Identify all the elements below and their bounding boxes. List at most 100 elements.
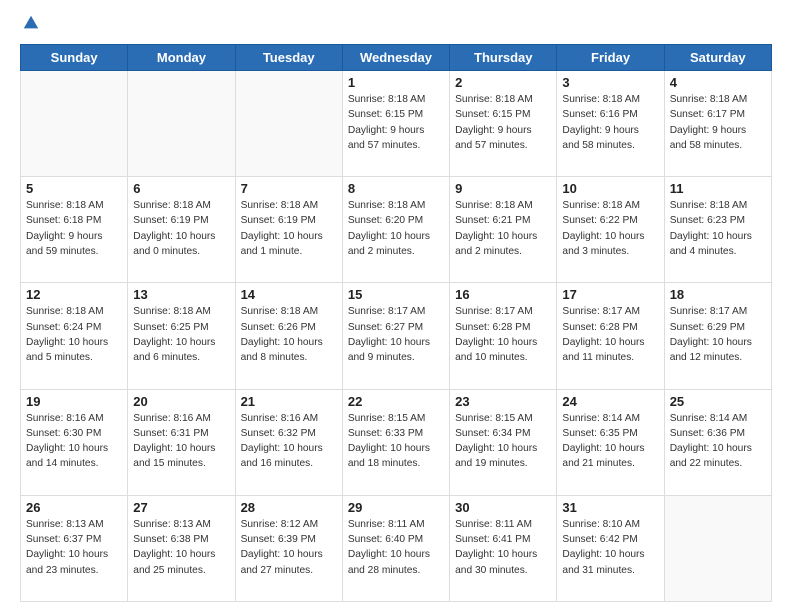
day-header-friday: Friday (557, 45, 664, 71)
day-number: 3 (562, 75, 658, 90)
logo-icon (22, 14, 40, 32)
week-row-4: 19Sunrise: 8:16 AM Sunset: 6:30 PM Dayli… (21, 389, 772, 495)
day-number: 6 (133, 181, 229, 196)
calendar-cell: 26 Sunrise: 8:13 AM Sunset: 6:37 PM Dayli… (21, 495, 128, 601)
day-number: 14 (241, 287, 337, 302)
day-info: Sunrise: 8:18 AM Sunset: 6:26 PM Dayligh… (241, 304, 337, 365)
day-number: 27 (133, 500, 229, 515)
day-info: Sunrise: 8:17 AM Sunset: 6:29 PM Dayligh… (670, 304, 766, 365)
day-header-tuesday: Tuesday (235, 45, 342, 71)
day-info: Sunrise: 8:18 AM Sunset: 6:25 PM Dayligh… (133, 304, 229, 365)
day-number: 11 (670, 181, 766, 196)
calendar-cell: 3Sunrise: 8:18 AM Sunset: 6:16 PM Daylig… (557, 71, 664, 177)
header (20, 16, 772, 34)
day-number: 13 (133, 287, 229, 302)
day-number: 8 (348, 181, 444, 196)
day-number: 4 (670, 75, 766, 90)
day-info: Sunrise: 8:18 AM Sunset: 6:24 PM Dayligh… (26, 304, 122, 365)
day-info: Sunrise: 8:16 AM Sunset: 6:30 PM Dayligh… (26, 411, 122, 472)
week-row-1: 1 Sunrise: 8:18 AM Sunset: 6:15 PM Daylig… (21, 71, 772, 177)
day-number: 16 (455, 287, 551, 302)
day-number: 5 (26, 181, 122, 196)
calendar-cell: 18 Sunrise: 8:17 AM Sunset: 6:29 PM Dayli… (664, 283, 771, 389)
day-header-saturday: Saturday (664, 45, 771, 71)
calendar-cell: 11 Sunrise: 8:18 AM Sunset: 6:23 PM Dayli… (664, 177, 771, 283)
day-info: Sunrise: 8:18 AM Sunset: 6:23 PM Dayligh… (670, 198, 766, 259)
page: SundayMondayTuesdayWednesdayThursdayFrid… (0, 0, 792, 612)
calendar-cell (21, 71, 128, 177)
calendar-table: SundayMondayTuesdayWednesdayThursdayFrid… (20, 44, 772, 602)
day-info: Sunrise: 8:14 AM Sunset: 6:36 PM Dayligh… (670, 411, 766, 472)
calendar-cell (235, 71, 342, 177)
calendar-cell: 24 Sunrise: 8:14 AM Sunset: 6:35 PM Dayli… (557, 389, 664, 495)
day-header-monday: Monday (128, 45, 235, 71)
day-info: Sunrise: 8:18 AM Sunset: 6:19 PM Dayligh… (133, 198, 229, 259)
day-number: 18 (670, 287, 766, 302)
calendar-cell: 2 Sunrise: 8:18 AM Sunset: 6:15 PM Daylig… (450, 71, 557, 177)
calendar-cell: 25 Sunrise: 8:14 AM Sunset: 6:36 PM Dayli… (664, 389, 771, 495)
day-info: Sunrise: 8:12 AM Sunset: 6:39 PM Dayligh… (241, 517, 337, 578)
day-number: 28 (241, 500, 337, 515)
calendar-cell (128, 71, 235, 177)
day-info: Sunrise: 8:18 AM Sunset: 6:22 PM Dayligh… (562, 198, 658, 259)
calendar-cell: 21 Sunrise: 8:16 AM Sunset: 6:32 PM Dayli… (235, 389, 342, 495)
calendar-cell (664, 495, 771, 601)
day-info: Sunrise: 8:16 AM Sunset: 6:32 PM Dayligh… (241, 411, 337, 472)
calendar-cell: 22 Sunrise: 8:15 AM Sunset: 6:33 PM Dayli… (342, 389, 449, 495)
day-number: 20 (133, 394, 229, 409)
day-info: Sunrise: 8:18 AM Sunset: 6:21 PM Dayligh… (455, 198, 551, 259)
calendar-cell: 16 Sunrise: 8:17 AM Sunset: 6:28 PM Dayli… (450, 283, 557, 389)
day-info: Sunrise: 8:15 AM Sunset: 6:33 PM Dayligh… (348, 411, 444, 472)
day-info: Sunrise: 8:11 AM Sunset: 6:40 PM Dayligh… (348, 517, 444, 578)
day-info: Sunrise: 8:17 AM Sunset: 6:28 PM Dayligh… (455, 304, 551, 365)
calendar-cell: 14 Sunrise: 8:18 AM Sunset: 6:26 PM Dayli… (235, 283, 342, 389)
day-info: Sunrise: 8:17 AM Sunset: 6:28 PM Dayligh… (562, 304, 658, 365)
day-number: 24 (562, 394, 658, 409)
day-number: 30 (455, 500, 551, 515)
day-info: Sunrise: 8:13 AM Sunset: 6:37 PM Dayligh… (26, 517, 122, 578)
calendar-cell: 7Sunrise: 8:18 AM Sunset: 6:19 PM Daylig… (235, 177, 342, 283)
calendar-cell: 8 Sunrise: 8:18 AM Sunset: 6:20 PM Daylig… (342, 177, 449, 283)
calendar-cell: 1 Sunrise: 8:18 AM Sunset: 6:15 PM Daylig… (342, 71, 449, 177)
day-number: 22 (348, 394, 444, 409)
day-number: 17 (562, 287, 658, 302)
calendar-cell: 15Sunrise: 8:17 AM Sunset: 6:27 PM Dayli… (342, 283, 449, 389)
day-number: 21 (241, 394, 337, 409)
calendar-cell: 10 Sunrise: 8:18 AM Sunset: 6:22 PM Dayli… (557, 177, 664, 283)
calendar-cell: 30 Sunrise: 8:11 AM Sunset: 6:41 PM Dayli… (450, 495, 557, 601)
day-info: Sunrise: 8:18 AM Sunset: 6:19 PM Dayligh… (241, 198, 337, 259)
day-number: 15 (348, 287, 444, 302)
calendar-cell: 4 Sunrise: 8:18 AM Sunset: 6:17 PM Daylig… (664, 71, 771, 177)
week-row-3: 12Sunrise: 8:18 AM Sunset: 6:24 PM Dayli… (21, 283, 772, 389)
week-row-2: 5Sunrise: 8:18 AM Sunset: 6:18 PM Daylig… (21, 177, 772, 283)
calendar-cell: 13 Sunrise: 8:18 AM Sunset: 6:25 PM Dayli… (128, 283, 235, 389)
logo (20, 16, 40, 34)
calendar-header-row: SundayMondayTuesdayWednesdayThursdayFrid… (21, 45, 772, 71)
week-row-5: 26 Sunrise: 8:13 AM Sunset: 6:37 PM Dayli… (21, 495, 772, 601)
day-header-wednesday: Wednesday (342, 45, 449, 71)
day-number: 23 (455, 394, 551, 409)
calendar-cell: 29Sunrise: 8:11 AM Sunset: 6:40 PM Dayli… (342, 495, 449, 601)
day-info: Sunrise: 8:13 AM Sunset: 6:38 PM Dayligh… (133, 517, 229, 578)
calendar-cell: 5Sunrise: 8:18 AM Sunset: 6:18 PM Daylig… (21, 177, 128, 283)
calendar-cell: 19Sunrise: 8:16 AM Sunset: 6:30 PM Dayli… (21, 389, 128, 495)
calendar-cell: 12Sunrise: 8:18 AM Sunset: 6:24 PM Dayli… (21, 283, 128, 389)
day-number: 31 (562, 500, 658, 515)
day-header-thursday: Thursday (450, 45, 557, 71)
day-info: Sunrise: 8:11 AM Sunset: 6:41 PM Dayligh… (455, 517, 551, 578)
day-info: Sunrise: 8:14 AM Sunset: 6:35 PM Dayligh… (562, 411, 658, 472)
day-info: Sunrise: 8:10 AM Sunset: 6:42 PM Dayligh… (562, 517, 658, 578)
day-info: Sunrise: 8:18 AM Sunset: 6:15 PM Dayligh… (455, 92, 551, 153)
day-info: Sunrise: 8:18 AM Sunset: 6:15 PM Dayligh… (348, 92, 444, 153)
day-header-sunday: Sunday (21, 45, 128, 71)
day-info: Sunrise: 8:18 AM Sunset: 6:17 PM Dayligh… (670, 92, 766, 153)
calendar-cell: 6 Sunrise: 8:18 AM Sunset: 6:19 PM Daylig… (128, 177, 235, 283)
day-number: 26 (26, 500, 122, 515)
day-info: Sunrise: 8:18 AM Sunset: 6:20 PM Dayligh… (348, 198, 444, 259)
day-number: 10 (562, 181, 658, 196)
day-number: 25 (670, 394, 766, 409)
day-number: 2 (455, 75, 551, 90)
day-number: 1 (348, 75, 444, 90)
calendar-cell: 31 Sunrise: 8:10 AM Sunset: 6:42 PM Dayli… (557, 495, 664, 601)
day-info: Sunrise: 8:15 AM Sunset: 6:34 PM Dayligh… (455, 411, 551, 472)
